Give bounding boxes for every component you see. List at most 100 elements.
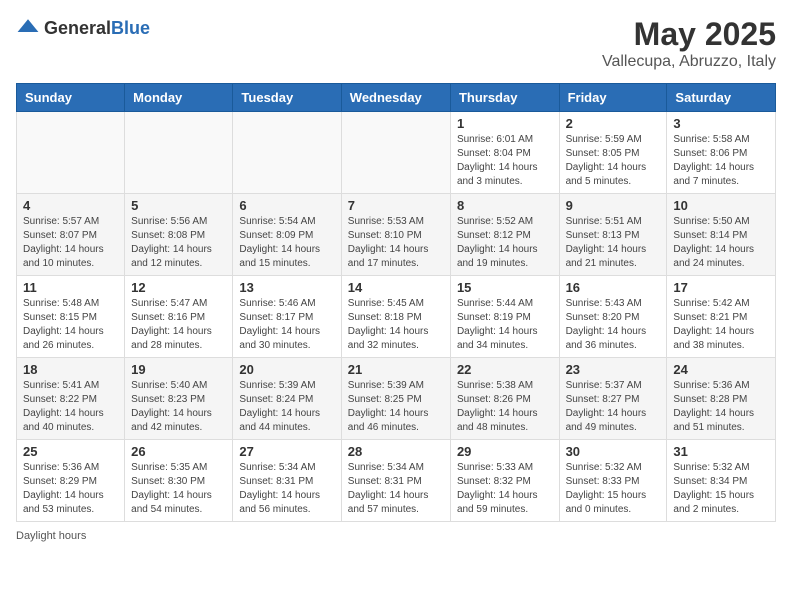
calendar-cell	[341, 112, 450, 194]
day-info: Sunrise: 5:43 AM Sunset: 8:20 PM Dayligh…	[566, 297, 661, 353]
day-info: Sunrise: 5:38 AM Sunset: 8:26 PM Dayligh…	[457, 379, 553, 435]
col-header-thursday: Thursday	[450, 84, 559, 112]
day-info: Sunrise: 5:51 AM Sunset: 8:13 PM Dayligh…	[566, 215, 661, 271]
calendar-cell: 6 Sunrise: 5:54 AM Sunset: 8:09 PM Daylig…	[233, 194, 341, 276]
day-info: Sunrise: 5:36 AM Sunset: 8:29 PM Dayligh…	[23, 461, 118, 517]
day-info: Sunrise: 5:42 AM Sunset: 8:21 PM Dayligh…	[673, 297, 769, 353]
calendar-cell: 9 Sunrise: 5:51 AM Sunset: 8:13 PM Daylig…	[559, 194, 667, 276]
calendar-header-row: SundayMondayTuesdayWednesdayThursdayFrid…	[17, 84, 776, 112]
day-info: Sunrise: 5:39 AM Sunset: 8:24 PM Dayligh…	[239, 379, 334, 435]
day-number: 26	[131, 444, 226, 459]
calendar-cell: 7Sunrise: 5:53 AM Sunset: 8:10 PM Daylig…	[341, 194, 450, 276]
day-info: Sunrise: 5:39 AM Sunset: 8:25 PM Dayligh…	[348, 379, 444, 435]
calendar-cell: 21 Sunrise: 5:39 AM Sunset: 8:25 PM Dayli…	[341, 358, 450, 440]
day-info: Sunrise: 5:48 AM Sunset: 8:15 PM Dayligh…	[23, 297, 118, 353]
day-number: 5	[131, 198, 226, 213]
day-info: Sunrise: 5:57 AM Sunset: 8:07 PM Dayligh…	[23, 215, 118, 271]
day-number: 23	[566, 362, 661, 377]
calendar-cell: 24Sunrise: 5:36 AM Sunset: 8:28 PM Dayli…	[667, 358, 776, 440]
calendar-cell: 31 Sunrise: 5:32 AM Sunset: 8:34 PM Dayli…	[667, 440, 776, 522]
calendar-week-2: 4Sunrise: 5:57 AM Sunset: 8:07 PM Daylig…	[17, 194, 776, 276]
day-info: Sunrise: 5:44 AM Sunset: 8:19 PM Dayligh…	[457, 297, 553, 353]
calendar-week-4: 18 Sunrise: 5:41 AM Sunset: 8:22 PM Dayli…	[17, 358, 776, 440]
header: GeneralBlue May 2025 Vallecupa, Abruzzo,…	[16, 16, 776, 71]
day-number: 19	[131, 362, 226, 377]
day-number: 6	[239, 198, 334, 213]
col-header-monday: Monday	[125, 84, 233, 112]
day-number: 10	[673, 198, 769, 213]
day-info: Sunrise: 5:34 AM Sunset: 8:31 PM Dayligh…	[348, 461, 444, 517]
day-info: Sunrise: 5:59 AM Sunset: 8:05 PM Dayligh…	[566, 133, 661, 189]
calendar-cell	[233, 112, 341, 194]
day-info: Sunrise: 5:46 AM Sunset: 8:17 PM Dayligh…	[239, 297, 334, 353]
day-number: 13	[239, 280, 334, 295]
calendar-cell: 14Sunrise: 5:45 AM Sunset: 8:18 PM Dayli…	[341, 276, 450, 358]
calendar-cell	[17, 112, 125, 194]
day-number: 21	[348, 362, 444, 377]
calendar-cell: 15 Sunrise: 5:44 AM Sunset: 8:19 PM Dayli…	[450, 276, 559, 358]
day-number: 25	[23, 444, 118, 459]
calendar-cell: 10Sunrise: 5:50 AM Sunset: 8:14 PM Dayli…	[667, 194, 776, 276]
calendar-cell: 25 Sunrise: 5:36 AM Sunset: 8:29 PM Dayli…	[17, 440, 125, 522]
calendar-cell: 20Sunrise: 5:39 AM Sunset: 8:24 PM Dayli…	[233, 358, 341, 440]
calendar-cell	[125, 112, 233, 194]
calendar-cell: 26 Sunrise: 5:35 AM Sunset: 8:30 PM Dayli…	[125, 440, 233, 522]
calendar-cell: 29Sunrise: 5:33 AM Sunset: 8:32 PM Dayli…	[450, 440, 559, 522]
day-number: 2	[566, 116, 661, 131]
day-info: Sunrise: 5:32 AM Sunset: 8:34 PM Dayligh…	[673, 461, 769, 517]
day-info: Sunrise: 5:35 AM Sunset: 8:30 PM Dayligh…	[131, 461, 226, 517]
day-number: 24	[673, 362, 769, 377]
calendar-cell: 5Sunrise: 5:56 AM Sunset: 8:08 PM Daylig…	[125, 194, 233, 276]
day-number: 7	[348, 198, 444, 213]
calendar-cell: 30Sunrise: 5:32 AM Sunset: 8:33 PM Dayli…	[559, 440, 667, 522]
calendar: SundayMondayTuesdayWednesdayThursdayFrid…	[16, 83, 776, 522]
calendar-cell: 4Sunrise: 5:57 AM Sunset: 8:07 PM Daylig…	[17, 194, 125, 276]
day-number: 22	[457, 362, 553, 377]
footer-text: Daylight hours	[16, 530, 86, 542]
day-info: Sunrise: 6:01 AM Sunset: 8:04 PM Dayligh…	[457, 133, 553, 189]
day-number: 9	[566, 198, 661, 213]
logo-text: GeneralBlue	[44, 18, 150, 39]
day-info: Sunrise: 5:47 AM Sunset: 8:16 PM Dayligh…	[131, 297, 226, 353]
calendar-week-1: 1Sunrise: 6:01 AM Sunset: 8:04 PM Daylig…	[17, 112, 776, 194]
day-number: 31	[673, 444, 769, 459]
calendar-cell: 28 Sunrise: 5:34 AM Sunset: 8:31 PM Dayli…	[341, 440, 450, 522]
day-info: Sunrise: 5:40 AM Sunset: 8:23 PM Dayligh…	[131, 379, 226, 435]
logo-blue: Blue	[111, 18, 150, 38]
day-info: Sunrise: 5:58 AM Sunset: 8:06 PM Dayligh…	[673, 133, 769, 189]
day-number: 8	[457, 198, 553, 213]
calendar-cell: 12 Sunrise: 5:47 AM Sunset: 8:16 PM Dayli…	[125, 276, 233, 358]
day-number: 18	[23, 362, 118, 377]
calendar-cell: 3 Sunrise: 5:58 AM Sunset: 8:06 PM Daylig…	[667, 112, 776, 194]
day-info: Sunrise: 5:37 AM Sunset: 8:27 PM Dayligh…	[566, 379, 661, 435]
day-info: Sunrise: 5:54 AM Sunset: 8:09 PM Dayligh…	[239, 215, 334, 271]
day-number: 12	[131, 280, 226, 295]
calendar-week-3: 11Sunrise: 5:48 AM Sunset: 8:15 PM Dayli…	[17, 276, 776, 358]
col-header-sunday: Sunday	[17, 84, 125, 112]
calendar-cell: 2 Sunrise: 5:59 AM Sunset: 8:05 PM Daylig…	[559, 112, 667, 194]
calendar-cell: 8 Sunrise: 5:52 AM Sunset: 8:12 PM Daylig…	[450, 194, 559, 276]
day-number: 14	[348, 280, 444, 295]
day-number: 28	[348, 444, 444, 459]
col-header-friday: Friday	[559, 84, 667, 112]
calendar-cell: 19 Sunrise: 5:40 AM Sunset: 8:23 PM Dayli…	[125, 358, 233, 440]
day-number: 30	[566, 444, 661, 459]
logo: GeneralBlue	[16, 16, 150, 40]
day-info: Sunrise: 5:33 AM Sunset: 8:32 PM Dayligh…	[457, 461, 553, 517]
day-number: 3	[673, 116, 769, 131]
calendar-cell: 17Sunrise: 5:42 AM Sunset: 8:21 PM Dayli…	[667, 276, 776, 358]
calendar-cell: 13 Sunrise: 5:46 AM Sunset: 8:17 PM Dayli…	[233, 276, 341, 358]
calendar-cell: 22 Sunrise: 5:38 AM Sunset: 8:26 PM Dayli…	[450, 358, 559, 440]
day-info: Sunrise: 5:52 AM Sunset: 8:12 PM Dayligh…	[457, 215, 553, 271]
col-header-wednesday: Wednesday	[341, 84, 450, 112]
calendar-cell: 16Sunrise: 5:43 AM Sunset: 8:20 PM Dayli…	[559, 276, 667, 358]
col-header-saturday: Saturday	[667, 84, 776, 112]
day-info: Sunrise: 5:41 AM Sunset: 8:22 PM Dayligh…	[23, 379, 118, 435]
day-number: 15	[457, 280, 553, 295]
day-info: Sunrise: 5:34 AM Sunset: 8:31 PM Dayligh…	[239, 461, 334, 517]
calendar-week-5: 25 Sunrise: 5:36 AM Sunset: 8:29 PM Dayli…	[17, 440, 776, 522]
calendar-cell: 23 Sunrise: 5:37 AM Sunset: 8:27 PM Dayli…	[559, 358, 667, 440]
day-number: 27	[239, 444, 334, 459]
calendar-cell: 18 Sunrise: 5:41 AM Sunset: 8:22 PM Dayli…	[17, 358, 125, 440]
month-title: May 2025	[602, 16, 776, 53]
